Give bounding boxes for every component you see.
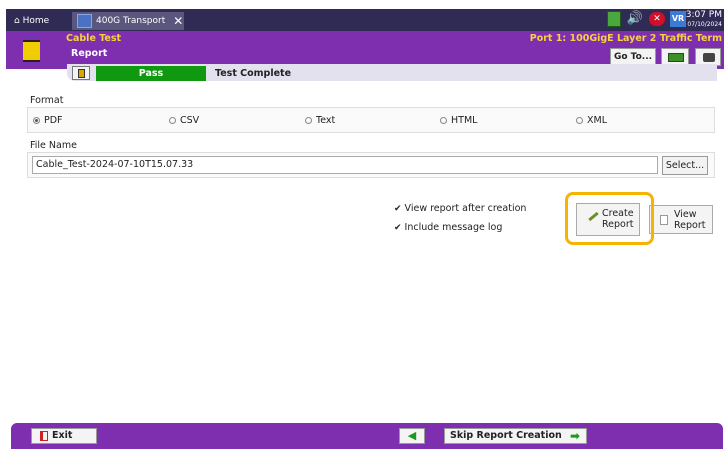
radio-pdf-label: PDF <box>44 115 63 126</box>
transport-tab-label: 400G Transport <box>96 16 166 26</box>
highlight-box <box>565 192 654 245</box>
select-button[interactable]: Select... <box>662 156 708 175</box>
view-report-button[interactable]: View Report <box>649 205 713 234</box>
speaker-icon[interactable]: 🔊 <box>626 11 644 27</box>
view-after-label: View report after creation <box>404 203 527 214</box>
radio-html-label: HTML <box>451 115 478 126</box>
radio-csv-label: CSV <box>180 115 200 126</box>
radio-csv[interactable]: CSV <box>169 115 199 126</box>
radio-xml-label: XML <box>587 115 607 126</box>
clock: 3:07 PM 07/10/2024 <box>686 10 722 30</box>
include-log-checkbox[interactable]: ✔ Include message log <box>394 222 502 233</box>
home-tab-label: ⌂ Home <box>14 16 50 26</box>
main-panel <box>11 82 723 423</box>
skip-report-button[interactable]: Skip Report Creation ➡ <box>444 428 587 444</box>
view-after-checkbox[interactable]: ✔ View report after creation <box>394 203 526 214</box>
radio-icon <box>440 117 447 124</box>
report-doc-button[interactable] <box>72 66 90 80</box>
format-radio-group: PDF CSV Text HTML XML <box>27 107 715 133</box>
layout-icon <box>668 53 684 62</box>
radio-icon <box>169 117 176 124</box>
exit-button[interactable]: Exit <box>31 428 97 444</box>
status-icons: 🔊 ✕ VR <box>607 11 686 27</box>
format-label: Format <box>30 95 64 106</box>
vr-icon[interactable]: VR <box>670 11 686 27</box>
radio-html[interactable]: HTML <box>440 115 477 126</box>
skip-label: Skip Report Creation <box>450 430 562 441</box>
port-info: Port 1: 100GigE Layer 2 Traffic Term <box>529 33 722 44</box>
file-name-group: Cable_Test-2024-07-10T15.07.33 Select... <box>27 152 715 178</box>
app-name: Cable Test <box>66 33 122 44</box>
close-icon[interactable]: ✕ <box>173 14 183 28</box>
camera-icon <box>703 53 715 62</box>
document-icon <box>660 215 668 225</box>
radio-xml[interactable]: XML <box>576 115 607 126</box>
test-state-label: Test Complete <box>215 68 292 79</box>
clock-time: 3:07 PM <box>685 10 722 20</box>
transport-app-icon <box>77 14 92 28</box>
exit-icon <box>40 431 48 441</box>
view-label-line1: View <box>674 209 697 220</box>
page-title: Report <box>71 48 108 59</box>
error-indicator-icon[interactable]: ✕ <box>649 12 665 26</box>
radio-icon <box>576 117 583 124</box>
checkmark-icon: ✔ <box>394 203 402 214</box>
battery-icon <box>607 11 621 27</box>
tab-home[interactable]: ⌂ Home <box>14 12 49 30</box>
radio-pdf[interactable]: PDF <box>33 115 63 126</box>
radio-icon <box>305 117 312 124</box>
file-name-field[interactable]: Cable_Test-2024-07-10T15.07.33 <box>32 156 658 174</box>
file-name-label: File Name <box>30 140 77 151</box>
checkmark-icon: ✔ <box>394 222 402 233</box>
radio-text-label: Text <box>316 115 336 126</box>
pass-status-badge: Pass <box>96 66 206 81</box>
arrow-right-icon: ➡ <box>569 429 580 443</box>
exit-label: Exit <box>52 430 73 441</box>
radio-text[interactable]: Text <box>305 115 335 126</box>
app-window: ⌂ Home 400G Transport ✕ 🔊 ✕ VR 3:07 PM 0… <box>0 0 726 449</box>
test-icon <box>23 40 40 62</box>
title-bar: ⌂ Home 400G Transport ✕ 🔊 ✕ VR 3:07 PM 0… <box>6 9 724 31</box>
back-button[interactable]: ◀ <box>399 428 425 444</box>
clock-date: 07/10/2024 <box>687 21 722 28</box>
view-label-line2: Report <box>674 220 706 231</box>
tab-400g-transport[interactable]: 400G Transport ✕ <box>72 12 184 30</box>
document-icon <box>78 69 85 78</box>
bottom-bar <box>11 423 723 449</box>
include-log-label: Include message log <box>404 222 503 233</box>
radio-selected-icon <box>33 117 40 124</box>
